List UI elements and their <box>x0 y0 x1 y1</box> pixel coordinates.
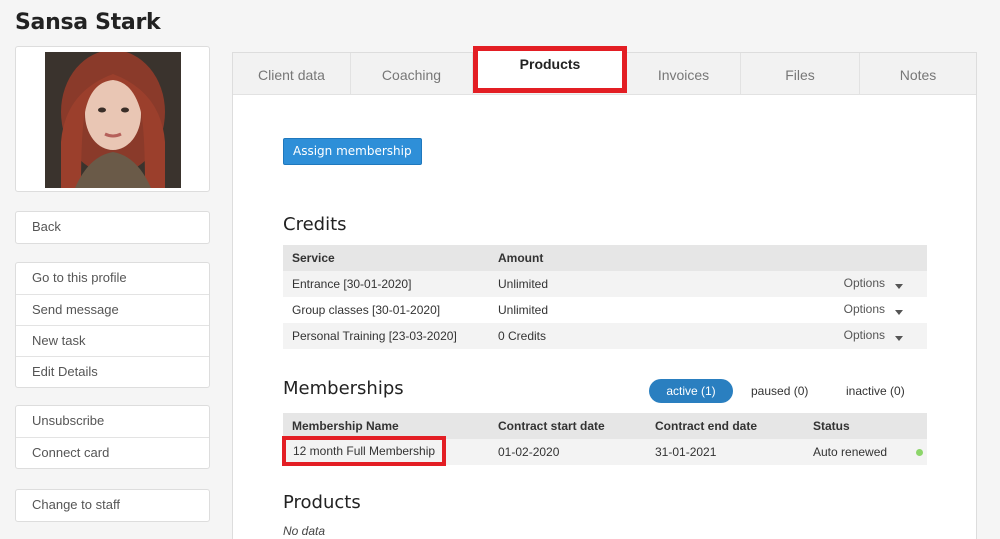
end-date-cell: 31-01-2021 <box>655 445 717 459</box>
back-button[interactable]: Back <box>16 212 209 243</box>
table-row: Personal Training [23-03-2020] 0 Credits… <box>283 323 927 349</box>
change-to-staff-button[interactable]: Change to staff <box>16 490 209 521</box>
options-label: Options <box>843 302 885 316</box>
col-service: Service <box>292 251 335 265</box>
send-message-button[interactable]: Send message <box>16 294 209 325</box>
go-to-profile-button[interactable]: Go to this profile <box>16 263 209 294</box>
options-label: Options <box>843 276 885 290</box>
start-date-cell: 01-02-2020 <box>498 445 560 459</box>
tab-client-data[interactable]: Client data <box>233 53 351 95</box>
connect-card-button[interactable]: Connect card <box>16 437 209 468</box>
tab-notes[interactable]: Notes <box>860 53 976 95</box>
membership-name-link[interactable]: 12 month Full Membership <box>282 436 447 466</box>
col-start-date: Contract start date <box>498 419 605 433</box>
tab-coaching[interactable]: Coaching <box>351 53 473 95</box>
products-title: Products <box>283 492 361 513</box>
amount-cell: 0 Credits <box>498 329 547 343</box>
status-dot-icon <box>916 449 923 456</box>
tab-invoices[interactable]: Invoices <box>627 53 741 95</box>
credits-table-header: Service Amount <box>283 245 927 271</box>
page-title: Sansa Stark <box>15 10 161 35</box>
options-dropdown[interactable]: Options <box>844 271 903 296</box>
assign-membership-button[interactable]: Assign membership <box>283 138 422 165</box>
status-cell: Auto renewed <box>813 445 888 459</box>
amount-cell: Unlimited <box>498 303 549 317</box>
caret-down-icon <box>895 336 903 342</box>
edit-details-button[interactable]: Edit Details <box>16 356 209 387</box>
col-amount: Amount <box>498 251 544 265</box>
credits-title: Credits <box>283 214 347 235</box>
unsubscribe-button[interactable]: Unsubscribe <box>16 406 209 437</box>
profile-photo-card <box>15 46 210 192</box>
caret-down-icon <box>895 310 903 316</box>
amount-cell: Unlimited <box>498 277 549 291</box>
options-dropdown[interactable]: Options <box>844 323 903 348</box>
options-dropdown[interactable]: Options <box>844 297 903 322</box>
caret-down-icon <box>895 284 903 290</box>
table-row: 12 month Full Membership 01-02-2020 31-0… <box>282 436 927 466</box>
filter-active[interactable]: active (1) <box>649 379 733 403</box>
profile-actions-group: Go to this profile Send message New task… <box>15 262 210 388</box>
memberships-table: Membership Name Contract start date Cont… <box>282 413 927 466</box>
service-cell: Entrance [30-01-2020] <box>292 277 412 291</box>
tab-products[interactable]: Products <box>473 46 627 93</box>
no-data-text: No data <box>283 524 326 538</box>
credits-table: Service Amount Entrance [30-01-2020] Unl… <box>283 245 927 349</box>
col-end-date: Contract end date <box>655 419 758 433</box>
account-actions-group: Unsubscribe Connect card <box>15 405 210 469</box>
new-task-button[interactable]: New task <box>16 325 209 356</box>
filter-paused[interactable]: paused (0) <box>751 379 808 403</box>
memberships-title: Memberships <box>283 378 404 399</box>
tab-bar: Client data Coaching Products Invoices F… <box>233 46 976 95</box>
service-cell: Group classes [30-01-2020] <box>292 303 441 317</box>
tab-files[interactable]: Files <box>741 53 860 95</box>
options-label: Options <box>843 328 885 342</box>
table-row: Entrance [30-01-2020] Unlimited Options <box>283 271 927 297</box>
back-group: Back <box>15 211 210 244</box>
table-row: Group classes [30-01-2020] Unlimited Opt… <box>283 297 927 323</box>
main-panel: Client data Coaching Products Invoices F… <box>232 46 977 539</box>
col-status: Status <box>813 419 850 433</box>
filter-inactive[interactable]: inactive (0) <box>846 379 905 403</box>
service-cell: Personal Training [23-03-2020] <box>292 329 457 343</box>
avatar <box>45 52 181 188</box>
staff-actions-group: Change to staff <box>15 489 210 522</box>
